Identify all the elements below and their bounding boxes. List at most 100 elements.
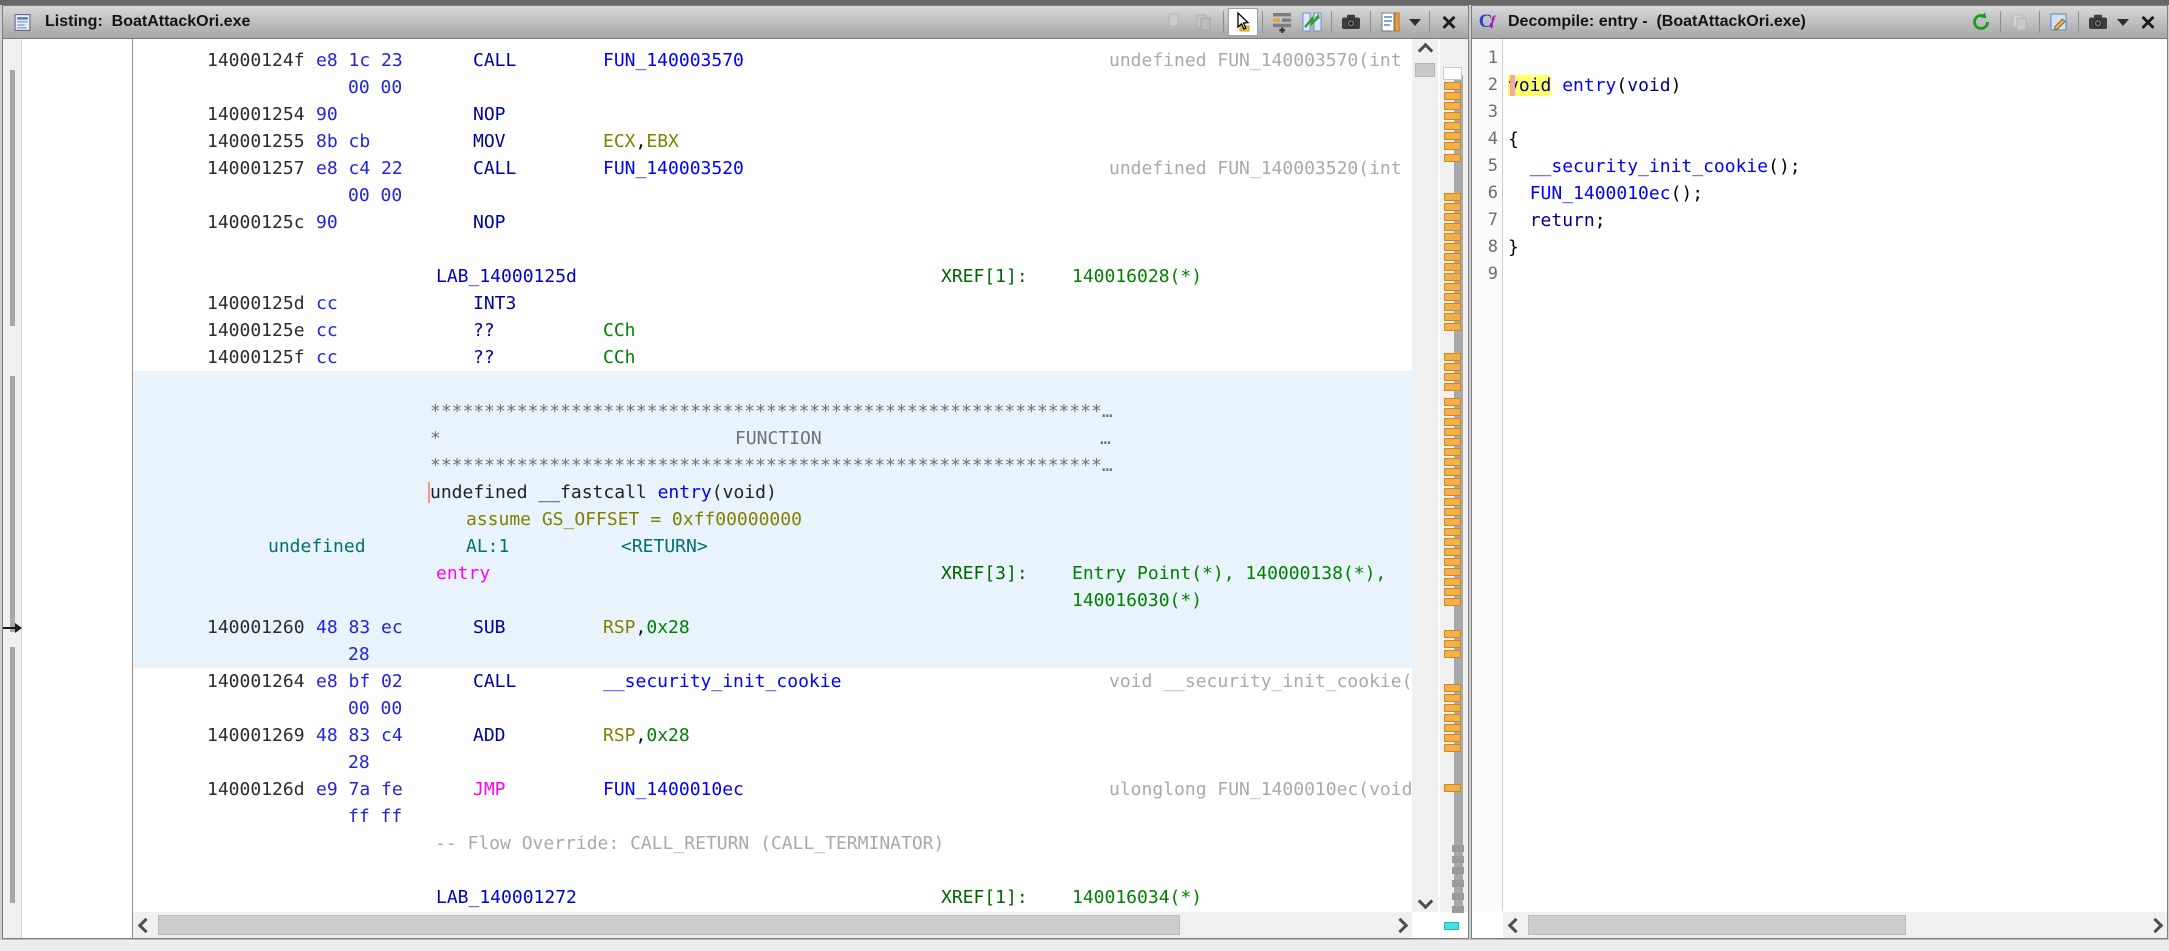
decompile-line[interactable]: FUN_1400010ec(); — [1508, 180, 1703, 207]
analysis-marker[interactable] — [1444, 438, 1461, 446]
overview-marker-margin[interactable] — [1440, 39, 1468, 912]
analysis-marker[interactable] — [1444, 383, 1461, 391]
decompile-line[interactable]: } — [1508, 234, 1519, 261]
listing-row[interactable]: LAB_140001272XREF[1]:140016034(*) — [133, 884, 1412, 911]
analysis-marker[interactable] — [1444, 518, 1461, 526]
analysis-marker[interactable] — [1444, 538, 1461, 546]
listing-row[interactable]: assume GS_OFFSET = 0xff00000000 — [133, 506, 1412, 533]
token-funcref[interactable]: entry — [658, 482, 712, 503]
analysis-marker[interactable] — [1444, 193, 1461, 201]
close-icon[interactable]: × — [1434, 8, 1464, 36]
toggle-fields-icon[interactable] — [1267, 8, 1297, 36]
listing-row[interactable]: 00 00 — [133, 74, 1412, 101]
listing-display-options-icon[interactable] — [1375, 8, 1405, 36]
listing-row[interactable]: 14000125dccINT3 — [133, 290, 1412, 317]
copy-icon[interactable] — [2005, 8, 2035, 36]
analysis-marker[interactable] — [1444, 724, 1461, 732]
copy-icon[interactable] — [1159, 8, 1189, 36]
analysis-marker[interactable] — [1444, 640, 1461, 648]
scroll-right-button[interactable] — [1388, 912, 1412, 938]
token-label[interactable]: LAB_140001272 — [436, 887, 577, 908]
analysis-marker[interactable] — [1444, 82, 1461, 90]
listing-row[interactable]: 14000126948 83 c4ADDRSP,0x28 — [133, 722, 1412, 749]
cursor-location-toggle-icon[interactable] — [1228, 8, 1258, 36]
scroll-left-button[interactable] — [1503, 912, 1527, 938]
listing-row[interactable]: 14000125fcc??CCh — [133, 344, 1412, 371]
analysis-marker[interactable] — [1444, 283, 1461, 291]
analysis-marker[interactable] — [1444, 498, 1461, 506]
analysis-marker[interactable] — [1444, 650, 1461, 658]
analysis-marker[interactable] — [1444, 112, 1461, 120]
analysis-marker[interactable] — [1444, 548, 1461, 556]
analysis-marker[interactable] — [1444, 428, 1461, 436]
analysis-marker[interactable] — [1444, 102, 1461, 110]
more-dropdown-icon[interactable] — [2113, 8, 2133, 36]
analysis-marker[interactable] — [1444, 528, 1461, 536]
listing-row[interactable]: ****************************************… — [133, 398, 1412, 425]
token-func[interactable]: entry — [1562, 75, 1616, 96]
analysis-marker[interactable] — [1444, 734, 1461, 742]
analysis-marker[interactable] — [1444, 273, 1461, 281]
horizontal-scroll-thumb[interactable] — [158, 915, 1180, 935]
listing-row[interactable]: entryXREF[3]:Entry Point(*), 140000138(*… — [133, 560, 1412, 587]
decompile-line[interactable]: { — [1508, 126, 1519, 153]
analysis-marker[interactable] — [1444, 303, 1461, 311]
listing-row[interactable]: 14000126de9 7a feJMPFUN_1400010eculonglo… — [133, 776, 1412, 803]
view-extent-indicator[interactable] — [1443, 67, 1462, 80]
analysis-marker[interactable] — [1444, 122, 1461, 130]
analysis-marker[interactable] — [1444, 223, 1461, 231]
diff-view-icon[interactable] — [1297, 8, 1327, 36]
data-marker[interactable] — [1452, 880, 1464, 887]
listing-title-bar[interactable]: Listing: BoatAttackOri.exe — [3, 6, 1468, 39]
listing-row[interactable] — [133, 371, 1412, 398]
analysis-marker[interactable] — [1444, 784, 1461, 792]
decompile-line[interactable]: return; — [1508, 207, 1606, 234]
decompile-line[interactable]: void entry(void) — [1508, 72, 1681, 99]
decompile-horizontal-scrollbar[interactable] — [1503, 912, 2167, 938]
analysis-marker[interactable] — [1444, 363, 1461, 371]
analysis-marker[interactable] — [1444, 588, 1461, 596]
analysis-marker[interactable] — [1444, 684, 1461, 692]
analysis-marker[interactable] — [1444, 478, 1461, 486]
analysis-marker[interactable] — [1444, 568, 1461, 576]
analysis-marker[interactable] — [1444, 508, 1461, 516]
token-funcref[interactable]: FUN_1400010ec — [603, 779, 744, 800]
analysis-marker[interactable] — [1444, 323, 1461, 331]
decompile-line[interactable]: __security_init_cookie(); — [1508, 153, 1801, 180]
listing-row[interactable]: 00 00 — [133, 695, 1412, 722]
analysis-marker[interactable] — [1444, 418, 1461, 426]
scroll-down-button[interactable] — [1412, 890, 1438, 912]
listing-row[interactable]: 14000124fe8 1c 23CALLFUN_140003570undefi… — [133, 47, 1412, 74]
edit-function-icon[interactable] — [2044, 8, 2074, 36]
analysis-marker[interactable] — [1444, 558, 1461, 566]
data-marker[interactable] — [1452, 845, 1464, 852]
listing-viewport[interactable]: 14000124fe8 1c 23CALLFUN_140003570undefi… — [133, 39, 1412, 912]
listing-row[interactable]: 14000125ecc??CCh — [133, 317, 1412, 344]
listing-row[interactable]: undefinedAL:1<RETURN> — [133, 533, 1412, 560]
scroll-up-button[interactable] — [1412, 39, 1438, 61]
analysis-marker[interactable] — [1444, 468, 1461, 476]
listing-row[interactable] — [133, 236, 1412, 263]
analysis-marker[interactable] — [1444, 313, 1461, 321]
token-label[interactable]: LAB_14000125d — [436, 266, 577, 287]
re-decompile-icon[interactable] — [1966, 8, 1996, 36]
analysis-marker[interactable] — [1444, 373, 1461, 381]
analysis-marker[interactable] — [1444, 704, 1461, 712]
token-funcref[interactable]: FUN_140003570 — [603, 50, 744, 71]
analysis-marker[interactable] — [1444, 714, 1461, 722]
listing-row[interactable]: 28 — [133, 641, 1412, 668]
scroll-left-button[interactable] — [133, 912, 157, 938]
analysis-marker[interactable] — [1444, 253, 1461, 261]
listing-horizontal-scrollbar[interactable] — [133, 912, 1412, 938]
listing-row[interactable]: ****************************************… — [133, 452, 1412, 479]
token-func[interactable]: FUN_1400010ec — [1530, 183, 1671, 204]
analysis-marker[interactable] — [1444, 458, 1461, 466]
listing-row[interactable]: 140001257e8 c4 22CALLFUN_140003520undefi… — [133, 155, 1412, 182]
listing-row[interactable]: 28 — [133, 749, 1412, 776]
listing-row[interactable]: *FUNCTION… — [133, 425, 1412, 452]
analysis-marker[interactable] — [1444, 203, 1461, 211]
close-icon[interactable]: × — [2133, 8, 2163, 36]
scroll-right-button[interactable] — [2143, 912, 2167, 938]
analysis-marker[interactable] — [1444, 744, 1461, 752]
listing-row[interactable]: ff ff — [133, 803, 1412, 830]
